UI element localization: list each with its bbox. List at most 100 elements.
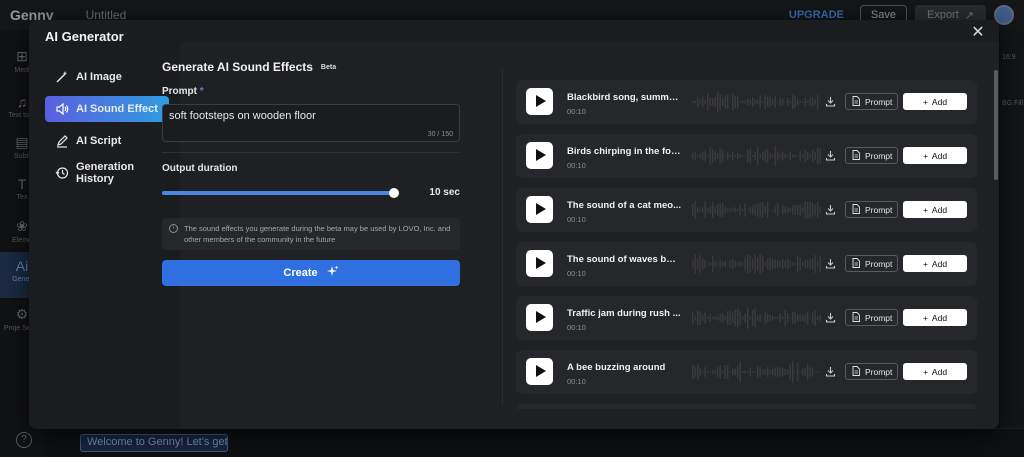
plus-icon: + [922,312,928,323]
scrollbar-thumb[interactable] [994,70,998,180]
prompt-button-label: Prompt [865,204,893,215]
play-button[interactable] [526,142,553,169]
add-button[interactable]: + Add [903,201,967,218]
nav-item-label: AI Script [76,135,122,147]
prompt-value[interactable]: soft footsteps on wooden floor [169,110,453,122]
form-title: Generate AI Sound Effects [162,60,313,74]
form-header: Generate AI Sound Effects Beta [162,58,460,76]
add-button[interactable]: + Add [903,363,967,380]
sound-duration: 00:10 [567,269,586,278]
waveform[interactable] [692,250,822,278]
download-icon[interactable] [825,366,836,377]
plus-icon: + [922,204,928,215]
bg-fill-label[interactable]: BG Fill [1002,100,1023,107]
view-prompt-button[interactable]: Prompt [845,309,898,326]
download-icon[interactable] [825,150,836,161]
play-button[interactable] [526,358,553,385]
prompt-label: Prompt * [162,86,460,98]
sound-item[interactable] [516,404,977,409]
nav-item-label: AI Sound Effect [76,103,158,115]
sound-item[interactable]: The sound of waves by ... 00:10 Prompt + Add [516,242,977,286]
create-label: Create [283,267,318,279]
sound-title: A bee buzzing around [567,362,666,373]
prompt-label-text: Prompt [162,86,197,97]
play-button[interactable] [526,88,553,115]
slider-thumb[interactable] [389,187,399,198]
sound-item[interactable]: Birds chirping in the for... 00:10 Prompt +… [516,134,977,178]
add-button-label: Add [931,204,948,215]
plus-icon: + [922,258,928,269]
sound-item[interactable]: Blackbird song, summer... 00:10 Prompt + Add [516,80,977,124]
sound-duration: 00:10 [567,161,586,170]
document-icon [852,95,860,108]
prompt-button-label: Prompt [865,258,893,269]
sound-duration: 00:10 [567,107,586,116]
sound-list[interactable]: Blackbird song, summer... 00:10 Prompt + Add… [516,80,978,409]
play-button[interactable] [526,304,553,331]
sidebar-item-label: Tex [16,194,28,201]
sound-item[interactable]: The sound of a cat meo... 00:10 Prompt + Add [516,188,977,232]
waveform[interactable] [692,142,822,170]
sound-duration: 00:10 [567,215,586,224]
slider-fill [162,190,394,195]
sound-effect-form: Generate AI Sound Effects Beta Prompt * … [162,58,460,286]
add-button-label: Add [931,366,948,377]
add-button[interactable]: + Add [903,309,967,326]
timeline-clip[interactable]: Welcome to Genny! Let's get s... [80,434,228,452]
document-icon [852,149,860,162]
waveform[interactable] [692,304,822,332]
history-icon [55,166,69,180]
nav-item-generation-history[interactable]: Generation History [45,160,169,186]
speaker-icon [55,102,69,116]
sparkle-icon [326,265,339,281]
view-prompt-button[interactable]: Prompt [845,93,898,110]
vertical-divider [502,70,503,405]
sidebar-item-label: Medi [14,67,30,74]
sound-duration: 00:10 [567,377,586,386]
sidebar-item-label: Subti [14,153,30,160]
view-prompt-button[interactable]: Prompt [845,255,898,272]
prompt-button-label: Prompt [865,366,893,377]
close-icon[interactable]: ✕ [969,24,987,42]
prompt-input[interactable]: soft footsteps on wooden floor 30 / 150 [162,104,460,142]
nav-item-label: AI Image [76,71,122,83]
nav-item-ai-sound-effect[interactable]: AI Sound Effect [45,96,169,122]
duration-slider[interactable] [162,187,399,198]
download-icon[interactable] [825,312,836,323]
create-button[interactable]: Create [162,260,460,286]
duration-row: 10 sec [162,187,460,198]
play-button[interactable] [526,250,553,277]
nav-item-ai-script[interactable]: AI Script [45,128,169,154]
duration-value: 10 sec [429,187,460,198]
help-icon[interactable]: ? [16,432,32,448]
sound-item[interactable]: A bee buzzing around 00:10 Prompt + Add [516,350,977,394]
sound-duration: 00:10 [567,323,586,332]
required-marker: * [199,86,204,97]
waveform[interactable] [692,88,822,116]
download-icon[interactable] [825,204,836,215]
view-prompt-button[interactable]: Prompt [845,363,898,380]
add-button-label: Add [931,96,948,107]
prompt-button-label: Prompt [865,96,893,107]
nav-item-ai-image[interactable]: AI Image [45,64,169,90]
sound-title: Blackbird song, summer... [567,92,681,103]
document-icon [852,257,860,270]
sound-item[interactable]: Traffic jam during rush ... 00:10 Prompt + A… [516,296,977,340]
waveform[interactable] [692,358,822,386]
download-icon[interactable] [825,96,836,107]
view-prompt-button[interactable]: Prompt [845,147,898,164]
add-button[interactable]: + Add [903,255,967,272]
download-icon[interactable] [825,258,836,269]
document-icon [852,203,860,216]
modal-title: AI Generator [45,29,124,44]
add-button[interactable]: + Add [903,147,967,164]
aspect-ratio-label[interactable]: 16:9 [1002,54,1016,61]
info-icon: i [169,224,178,233]
add-button[interactable]: + Add [903,93,967,110]
waveform[interactable] [692,196,822,224]
sound-title: The sound of a cat meo... [567,200,681,211]
play-button[interactable] [526,196,553,223]
add-button-label: Add [931,312,948,323]
prompt-button-label: Prompt [865,312,893,323]
view-prompt-button[interactable]: Prompt [845,201,898,218]
